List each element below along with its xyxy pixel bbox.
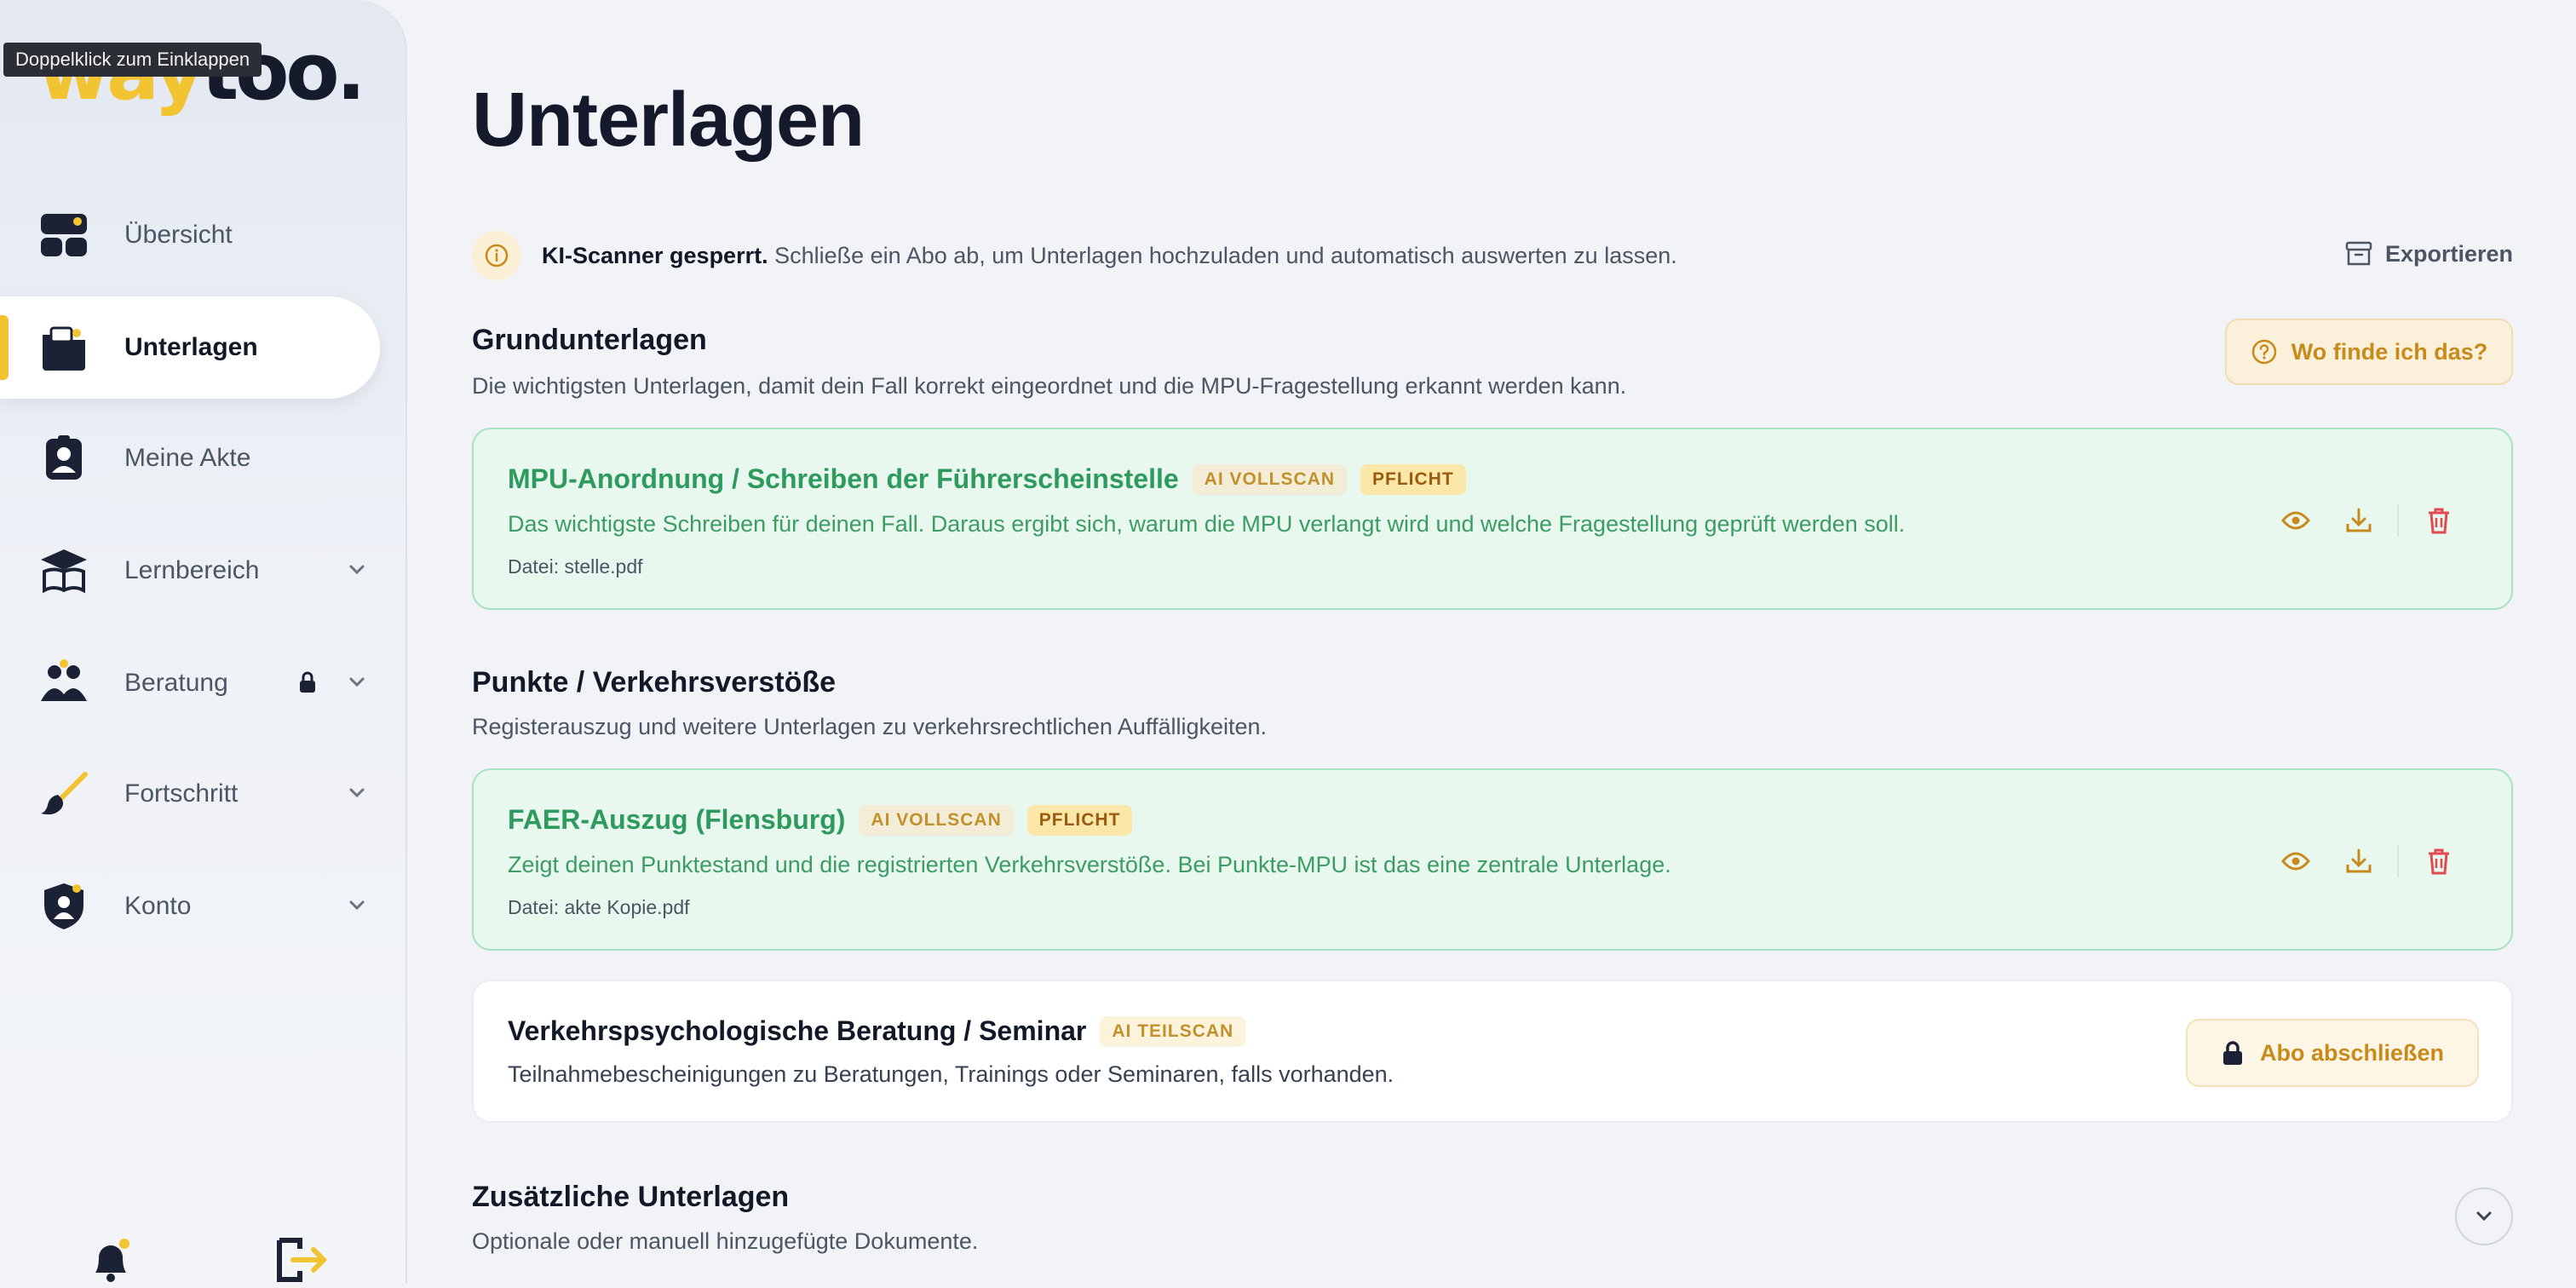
document-description: Teilnahmebescheinigungen zu Beratungen, … bbox=[508, 1061, 1394, 1087]
id-badge-icon bbox=[39, 434, 89, 483]
document-card: FAER-Auszug (Flensburg) AI VOLLSCAN PFLI… bbox=[472, 768, 2513, 951]
view-icon[interactable] bbox=[2274, 499, 2317, 542]
sidebar-item-label: Beratung bbox=[124, 669, 228, 697]
graduation-book-icon bbox=[39, 546, 89, 595]
chevron-down-icon bbox=[2476, 1211, 2492, 1222]
document-actions bbox=[2274, 499, 2460, 542]
shield-user-icon bbox=[39, 882, 89, 931]
required-badge: PFLICHT bbox=[1026, 804, 1133, 836]
section-subtitle: Optionale oder manuell hinzugefügte Doku… bbox=[472, 1228, 979, 1254]
export-button[interactable]: Exportieren bbox=[2344, 240, 2513, 267]
document-actions bbox=[2274, 840, 2460, 883]
people-icon bbox=[39, 658, 89, 708]
required-badge: PFLICHT bbox=[1360, 463, 1466, 495]
download-icon[interactable] bbox=[2337, 499, 2380, 542]
chevron-down-icon[interactable] bbox=[344, 557, 370, 587]
document-card: MPU-Anordnung / Schreiben der Führersche… bbox=[472, 428, 2513, 610]
sidebar-item-label: Konto bbox=[124, 892, 192, 920]
logout-icon[interactable] bbox=[274, 1237, 328, 1288]
lock-icon bbox=[295, 670, 320, 699]
question-icon bbox=[2251, 339, 2276, 365]
sidebar-item-label: Meine Akte bbox=[124, 444, 251, 472]
view-icon[interactable] bbox=[2274, 840, 2317, 883]
section-title: Zusätzliche Unterlagen bbox=[472, 1181, 790, 1213]
delete-icon[interactable] bbox=[2418, 499, 2460, 542]
archive-icon bbox=[2345, 241, 2372, 266]
section-subtitle: Registerauszug und weitere Unterlagen zu… bbox=[472, 714, 1268, 739]
download-icon[interactable] bbox=[2337, 840, 2380, 883]
ai-scan-badge: AI TEILSCAN bbox=[1100, 1015, 1246, 1047]
sidebar-item-label: Fortschritt bbox=[124, 779, 239, 808]
document-filename: Datei: akte Kopie.pdf bbox=[508, 896, 690, 918]
lock-icon bbox=[2222, 1041, 2242, 1065]
sidebar-item-beratung[interactable]: Beratung bbox=[0, 632, 380, 734]
document-description: Das wichtigste Schreiben für deinen Fall… bbox=[508, 511, 1906, 537]
page-title: Unterlagen bbox=[472, 78, 865, 163]
notice-text: KI-Scanner gesperrt. Schließe ein Abo ab… bbox=[542, 242, 1677, 268]
section-title: Punkte / Verkehrsverstöße bbox=[472, 666, 837, 699]
ai-scan-badge: AI VOLLSCAN bbox=[1192, 463, 1348, 495]
section-title: Grundunterlagen bbox=[472, 324, 707, 356]
brush-icon bbox=[39, 769, 89, 819]
sidebar-item-label: Unterlagen bbox=[124, 333, 258, 361]
section-subtitle: Die wichtigsten Unterlagen, damit dein F… bbox=[472, 373, 1627, 399]
active-indicator bbox=[0, 315, 9, 380]
ai-scan-badge: AI VOLLSCAN bbox=[859, 804, 1014, 836]
sidebar-item-unterlagen[interactable]: Unterlagen bbox=[0, 296, 380, 399]
sidebar: waytoo. Doppelklick zum Einklappen Übers… bbox=[0, 0, 407, 1283]
document-title: MPU-Anordnung / Schreiben der Führersche… bbox=[508, 463, 1179, 494]
scanner-locked-notice: KI-Scanner gesperrt. Schließe ein Abo ab… bbox=[472, 228, 2513, 283]
sidebar-item-lernbereich[interactable]: Lernbereich bbox=[0, 520, 380, 622]
sidebar-item-label: Übersicht bbox=[124, 221, 233, 249]
locked-document-card: Verkehrspsychologische Beratung / Semina… bbox=[472, 980, 2513, 1123]
sidebar-item-meine-akte[interactable]: Meine Akte bbox=[0, 407, 380, 509]
expand-section-button[interactable] bbox=[2455, 1187, 2513, 1245]
document-filename: Datei: stelle.pdf bbox=[508, 555, 643, 578]
collapse-tooltip: Doppelklick zum Einklappen bbox=[3, 43, 262, 77]
help-button[interactable]: Wo finde ich das? bbox=[2225, 319, 2513, 385]
sidebar-item-uebersicht[interactable]: Übersicht bbox=[0, 184, 380, 286]
action-divider bbox=[2397, 845, 2399, 877]
chevron-down-icon[interactable] bbox=[344, 893, 370, 923]
chevron-down-icon[interactable] bbox=[344, 780, 370, 810]
sidebar-item-fortschritt[interactable]: Fortschritt bbox=[0, 743, 380, 845]
document-title: Verkehrspsychologische Beratung / Semina… bbox=[508, 1015, 1087, 1046]
sidebar-item-konto[interactable]: Konto bbox=[0, 855, 380, 957]
bell-icon[interactable] bbox=[85, 1235, 136, 1286]
main-content: Unterlagen KI-Scanner gesperrt. Schließe… bbox=[472, 0, 2513, 1283]
document-title: FAER-Auszug (Flensburg) bbox=[508, 804, 846, 835]
action-divider bbox=[2397, 504, 2399, 537]
sidebar-item-label: Lernbereich bbox=[124, 556, 260, 584]
info-icon bbox=[472, 231, 521, 280]
delete-icon[interactable] bbox=[2418, 840, 2460, 883]
dashboard-icon bbox=[39, 210, 89, 260]
subscribe-button[interactable]: Abo abschließen bbox=[2186, 1019, 2479, 1087]
folder-icon bbox=[39, 323, 89, 372]
chevron-down-icon[interactable] bbox=[344, 670, 370, 699]
document-description: Zeigt deinen Punktestand und die registr… bbox=[508, 852, 1671, 877]
